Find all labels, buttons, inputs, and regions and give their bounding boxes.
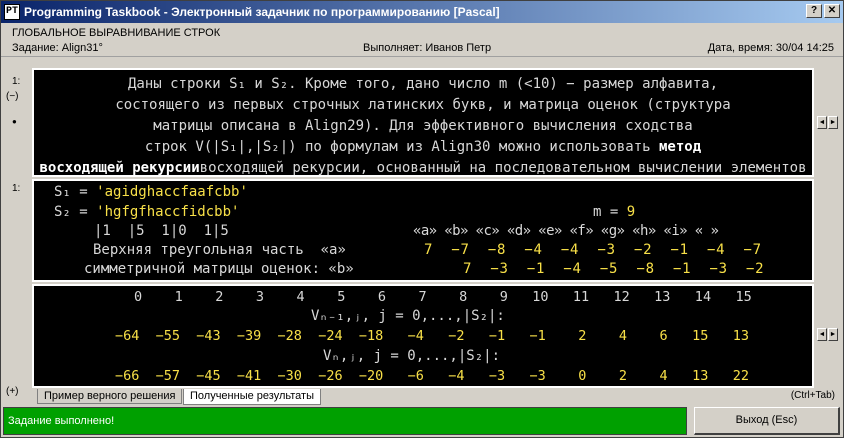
data-panel-index: 1: xyxy=(12,183,21,194)
m-label: m = xyxy=(593,204,627,220)
s2-row: S₂ = 'hgfgfhaccfidcbb' xyxy=(54,202,239,223)
task-line-3: матрицы описана в Align29). Для эффектив… xyxy=(153,118,693,134)
matrix-row-b-values: 7 −3 −1 −4 −5 −8 −1 −3 −2 xyxy=(463,261,765,277)
caption-prev-row: Vₙ₋₁,ⱼ, j = 0,...,|S₂|: xyxy=(311,308,505,324)
collapse-toggle[interactable]: (−) xyxy=(6,91,19,102)
help-button[interactable]: ? xyxy=(806,4,822,18)
results-scroll-left-icon[interactable]: ◄ xyxy=(817,328,827,341)
matrix-row-a-label: Верхняя треугольная часть «a» xyxy=(93,242,346,258)
values-prev-row: −64 −55 −43 −39 −28 −24 −18 −4 −2 −1 −1 … xyxy=(115,328,749,344)
matrix-row-b-label: симметричной матрицы оценок: «b» xyxy=(84,261,354,277)
task-line-4: строк V(|S₁|,|S₂|) по формулам из Align3… xyxy=(34,137,812,158)
task-header: ГЛОБАЛЬНОЕ ВЫРАВНИВАНИЕ СТРОК Задание: A… xyxy=(1,23,843,57)
s2-label: S₂ = xyxy=(54,204,97,220)
results-panel: 0 1 2 3 4 5 6 7 8 9 10 11 12 13 14 15 Vₙ… xyxy=(32,284,814,388)
task-panel-index: 1: xyxy=(12,76,21,87)
task-name: Задание: Align31° xyxy=(12,42,103,54)
expand-toggle[interactable]: (+) xyxy=(6,386,19,397)
s1-value: 'agidghaccfaafcbb' xyxy=(96,184,248,200)
task-line-2: состоящего из первых строчных латинских … xyxy=(115,97,731,113)
close-button[interactable]: ✕ xyxy=(824,4,840,18)
caption-curr-row: Vₙ,ⱼ, j = 0,...,|S₂|: xyxy=(323,348,501,364)
m-value: 9 xyxy=(626,204,636,220)
ctrl-tab-hint: (Ctrl+Tab) xyxy=(790,390,835,401)
window-title: Programming Taskbook - Электронный задач… xyxy=(24,5,500,19)
m-row: m = 9 xyxy=(593,202,635,223)
performer: Выполняет: Иванов Петр xyxy=(363,42,492,54)
scroll-left-icon[interactable]: ◄ xyxy=(817,116,827,129)
task-bold-recursion: восходящей рекурсии xyxy=(39,160,200,176)
tab-obtained-results[interactable]: Полученные результаты xyxy=(183,389,321,405)
title-bar[interactable]: PT Programming Taskbook - Электронный за… xyxy=(1,1,843,23)
separator-row: |1 |5 1|0 1|5 xyxy=(94,223,229,239)
task-line-5-text: восходящей рекурсии, основанный на после… xyxy=(199,160,807,176)
task-bold-method: метод xyxy=(659,139,702,155)
tab-correct-solution[interactable]: Пример верного решения xyxy=(37,389,183,404)
input-data-panel: S₁ = 'agidghaccfaafcbb' S₂ = 'hgfgfhaccf… xyxy=(32,179,814,282)
s1-row: S₁ = 'agidghaccfaafcbb' xyxy=(54,182,248,203)
results-scroll-right-icon[interactable]: ► xyxy=(828,328,838,341)
section-title: ГЛОБАЛЬНОЕ ВЫРАВНИВАНИЕ СТРОК xyxy=(12,27,221,39)
main-window: PT Programming Taskbook - Электронный за… xyxy=(0,0,844,438)
scroll-right-icon[interactable]: ► xyxy=(828,116,838,129)
s2-value: 'hgfgfhaccfidcbb' xyxy=(96,204,240,220)
exit-button[interactable]: Выход (Esc) xyxy=(694,407,840,435)
status-bar: Задание выполнено! xyxy=(3,407,687,435)
task-line-1: Даны строки S₁ и S₂. Кроме того, дано чи… xyxy=(127,76,718,92)
values-curr-row: −66 −57 −45 −41 −30 −26 −20 −6 −4 −3 −3 … xyxy=(115,368,749,384)
app-icon: PT xyxy=(4,4,20,20)
status-message: Задание выполнено! xyxy=(8,415,115,427)
index-row: 0 1 2 3 4 5 6 7 8 9 10 11 12 13 14 15 xyxy=(134,289,752,305)
task-line-5: восходящей рекурсиивосходящей рекурсии, … xyxy=(34,158,812,176)
current-marker-icon: ● xyxy=(12,117,17,126)
task-description-panel: Даны строки S₁ и S₂. Кроме того, дано чи… xyxy=(32,68,814,177)
alphabet-header: «a» «b» «c» «d» «e» «f» «g» «h» «i» « » xyxy=(413,223,719,239)
datetime: Дата, время: 30/04 14:25 xyxy=(707,42,834,54)
task-line-4-text: строк V(|S₁|,|S₂|) по формулам из Align3… xyxy=(144,139,659,155)
matrix-row-a-values: 7 −7 −8 −4 −4 −3 −2 −1 −4 −7 xyxy=(424,242,762,258)
s1-label: S₁ = xyxy=(54,184,97,200)
